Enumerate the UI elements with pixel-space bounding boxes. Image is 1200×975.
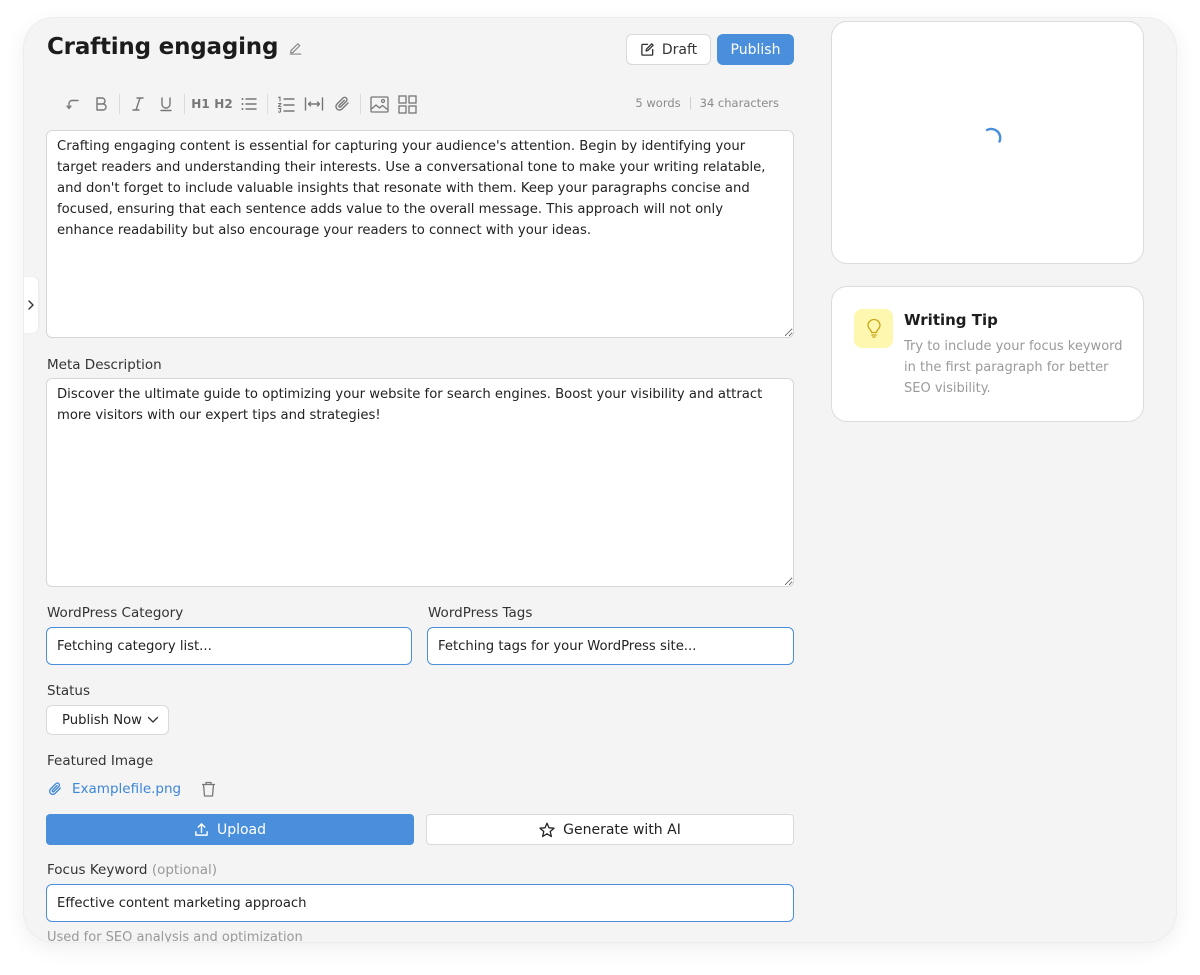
numbered-list-icon bbox=[277, 95, 295, 113]
focus-keyword-input[interactable] bbox=[46, 884, 794, 922]
attach-button[interactable] bbox=[328, 91, 356, 117]
numbered-list-button[interactable] bbox=[272, 91, 300, 117]
tip-icon-badge bbox=[854, 309, 893, 348]
title-row: Crafting engaging bbox=[47, 34, 303, 60]
status-label: Status bbox=[47, 683, 91, 699]
status-selected-value: Publish Now bbox=[62, 712, 142, 728]
tags-field[interactable] bbox=[427, 627, 794, 665]
focus-keyword-help: Used for SEO analysis and optimization bbox=[47, 930, 303, 942]
word-count: 5 words bbox=[635, 96, 681, 110]
italic-button[interactable] bbox=[124, 91, 152, 117]
category-field[interactable] bbox=[46, 627, 412, 665]
undo-icon bbox=[66, 99, 79, 110]
tip-title: Writing Tip bbox=[904, 311, 998, 329]
word-count-summary: 5 words 34 characters bbox=[635, 96, 779, 110]
insert-image-button[interactable] bbox=[365, 91, 393, 117]
generate-with-ai-button[interactable]: Generate with AI bbox=[426, 814, 794, 845]
toolbar-divider bbox=[267, 94, 268, 114]
featured-image-link[interactable]: Examplefile.png bbox=[72, 781, 181, 797]
featured-image-file: Examplefile.png bbox=[47, 778, 216, 800]
delete-image-button[interactable] bbox=[201, 781, 216, 797]
focus-keyword-label: Focus Keyword (optional) bbox=[47, 862, 217, 878]
sidebar-expand-toggle[interactable] bbox=[24, 277, 38, 333]
meta-description-input[interactable]: Discover the ultimate guide to optimizin… bbox=[46, 378, 794, 587]
generate-button-label: Generate with AI bbox=[563, 821, 681, 838]
image-icon bbox=[369, 95, 389, 113]
lightbulb-icon bbox=[866, 319, 881, 338]
chevron-down-icon bbox=[147, 716, 159, 723]
edit-square-icon bbox=[641, 43, 654, 56]
paperclip-icon bbox=[335, 96, 349, 111]
featured-image-label: Featured Image bbox=[47, 753, 154, 769]
star-icon bbox=[539, 822, 555, 837]
blocks-button[interactable] bbox=[393, 91, 421, 117]
draft-button-label: Draft bbox=[661, 41, 698, 58]
trash-icon bbox=[202, 781, 216, 797]
optional-hint: (optional) bbox=[151, 862, 218, 878]
italic-icon bbox=[132, 97, 144, 111]
loading-spinner-icon bbox=[985, 127, 1002, 143]
bullet-list-button[interactable] bbox=[235, 91, 263, 117]
toolbar-divider bbox=[184, 94, 185, 114]
bold-button[interactable] bbox=[87, 91, 115, 117]
preview-card bbox=[831, 21, 1144, 264]
upload-button-label: Upload bbox=[216, 821, 267, 838]
edit-title-button[interactable] bbox=[288, 40, 303, 55]
status-select[interactable]: Publish Now bbox=[46, 705, 169, 735]
formatting-toolbar: H1 H2 bbox=[59, 91, 421, 117]
upload-button[interactable]: Upload bbox=[46, 814, 414, 845]
underline-button[interactable] bbox=[152, 91, 180, 117]
draft-button[interactable]: Draft bbox=[626, 34, 711, 65]
horizontal-rule-button[interactable] bbox=[300, 91, 328, 117]
toolbar-divider bbox=[119, 94, 120, 114]
chevron-right-icon bbox=[28, 300, 34, 310]
tip-text: Try to include your focus keyword in the… bbox=[904, 339, 1123, 396]
upload-icon bbox=[195, 823, 208, 836]
content-editor[interactable]: Crafting engaging content is essential f… bbox=[46, 130, 794, 338]
underline-icon bbox=[160, 97, 172, 112]
writing-tip-card: Writing Tip Try to include your focus ke… bbox=[831, 286, 1144, 422]
width-arrows-icon bbox=[304, 97, 324, 111]
bullet-list-icon bbox=[241, 98, 257, 110]
grid-icon bbox=[397, 94, 417, 114]
page-title: Crafting engaging bbox=[47, 34, 279, 60]
character-count: 34 characters bbox=[699, 96, 779, 110]
publish-button-label: Publish bbox=[730, 41, 781, 58]
toolbar-divider bbox=[360, 94, 361, 114]
undo-button[interactable] bbox=[59, 91, 87, 117]
category-label: WordPress Category bbox=[47, 605, 184, 621]
paperclip-icon bbox=[48, 782, 61, 796]
editor-window: Crafting engaging Draft Publish H1 H2 5 … bbox=[24, 18, 1176, 942]
heading-1-button[interactable]: H1 bbox=[189, 91, 212, 117]
focus-keyword-label-text: Focus Keyword bbox=[47, 862, 148, 878]
counts-divider bbox=[689, 96, 691, 110]
tags-label: WordPress Tags bbox=[428, 605, 533, 621]
bold-icon bbox=[96, 97, 107, 111]
publish-button[interactable]: Publish bbox=[717, 34, 794, 65]
meta-description-label: Meta Description bbox=[47, 357, 162, 373]
heading-2-button[interactable]: H2 bbox=[212, 91, 235, 117]
pencil-icon bbox=[289, 42, 302, 55]
